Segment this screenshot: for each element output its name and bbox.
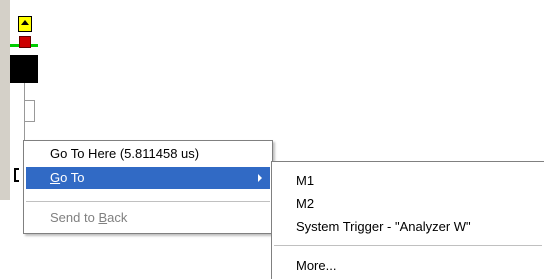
submenu-arrow-icon [258,174,262,182]
menu-item-label: Send to Back [50,210,128,225]
marker-block-icon[interactable] [19,36,31,48]
submenu-item-m1[interactable]: M1 [272,170,544,192]
menu-item-send-to-back: Send to Back [26,207,270,229]
menu-item-go-to[interactable]: Go To [26,167,270,189]
submenu-item-system-trigger[interactable]: System Trigger - "Analyzer W" [272,216,544,238]
submenu-item-more[interactable]: More... [272,255,544,277]
menu-item-label: Go To [50,170,85,185]
menu-item-go-to-here[interactable]: Go To Here (5.811458 us) [26,143,270,165]
submenu-item-label: M2 [296,196,315,211]
context-menu: Go To Here (5.811458 us) Go To Send to B… [23,140,273,234]
waveform-trace-step [24,100,35,122]
menu-separator [26,201,270,202]
submenu-item-label: M1 [296,173,315,188]
submenu-item-m2[interactable]: M2 [272,193,544,215]
submenu-item-label: More... [296,258,337,273]
menu-item-label: Go To Here (5.811458 us) [50,146,200,161]
submenu-separator [274,245,542,246]
left-panel-strip [0,0,10,200]
bracket-marker [14,168,19,182]
go-to-submenu: M1 M2 System Trigger - "Analyzer W" More… [271,161,544,279]
signal-block [10,55,38,83]
trigger-marker-icon[interactable] [18,16,32,32]
submenu-item-label: System Trigger - "Analyzer W" [296,219,471,234]
